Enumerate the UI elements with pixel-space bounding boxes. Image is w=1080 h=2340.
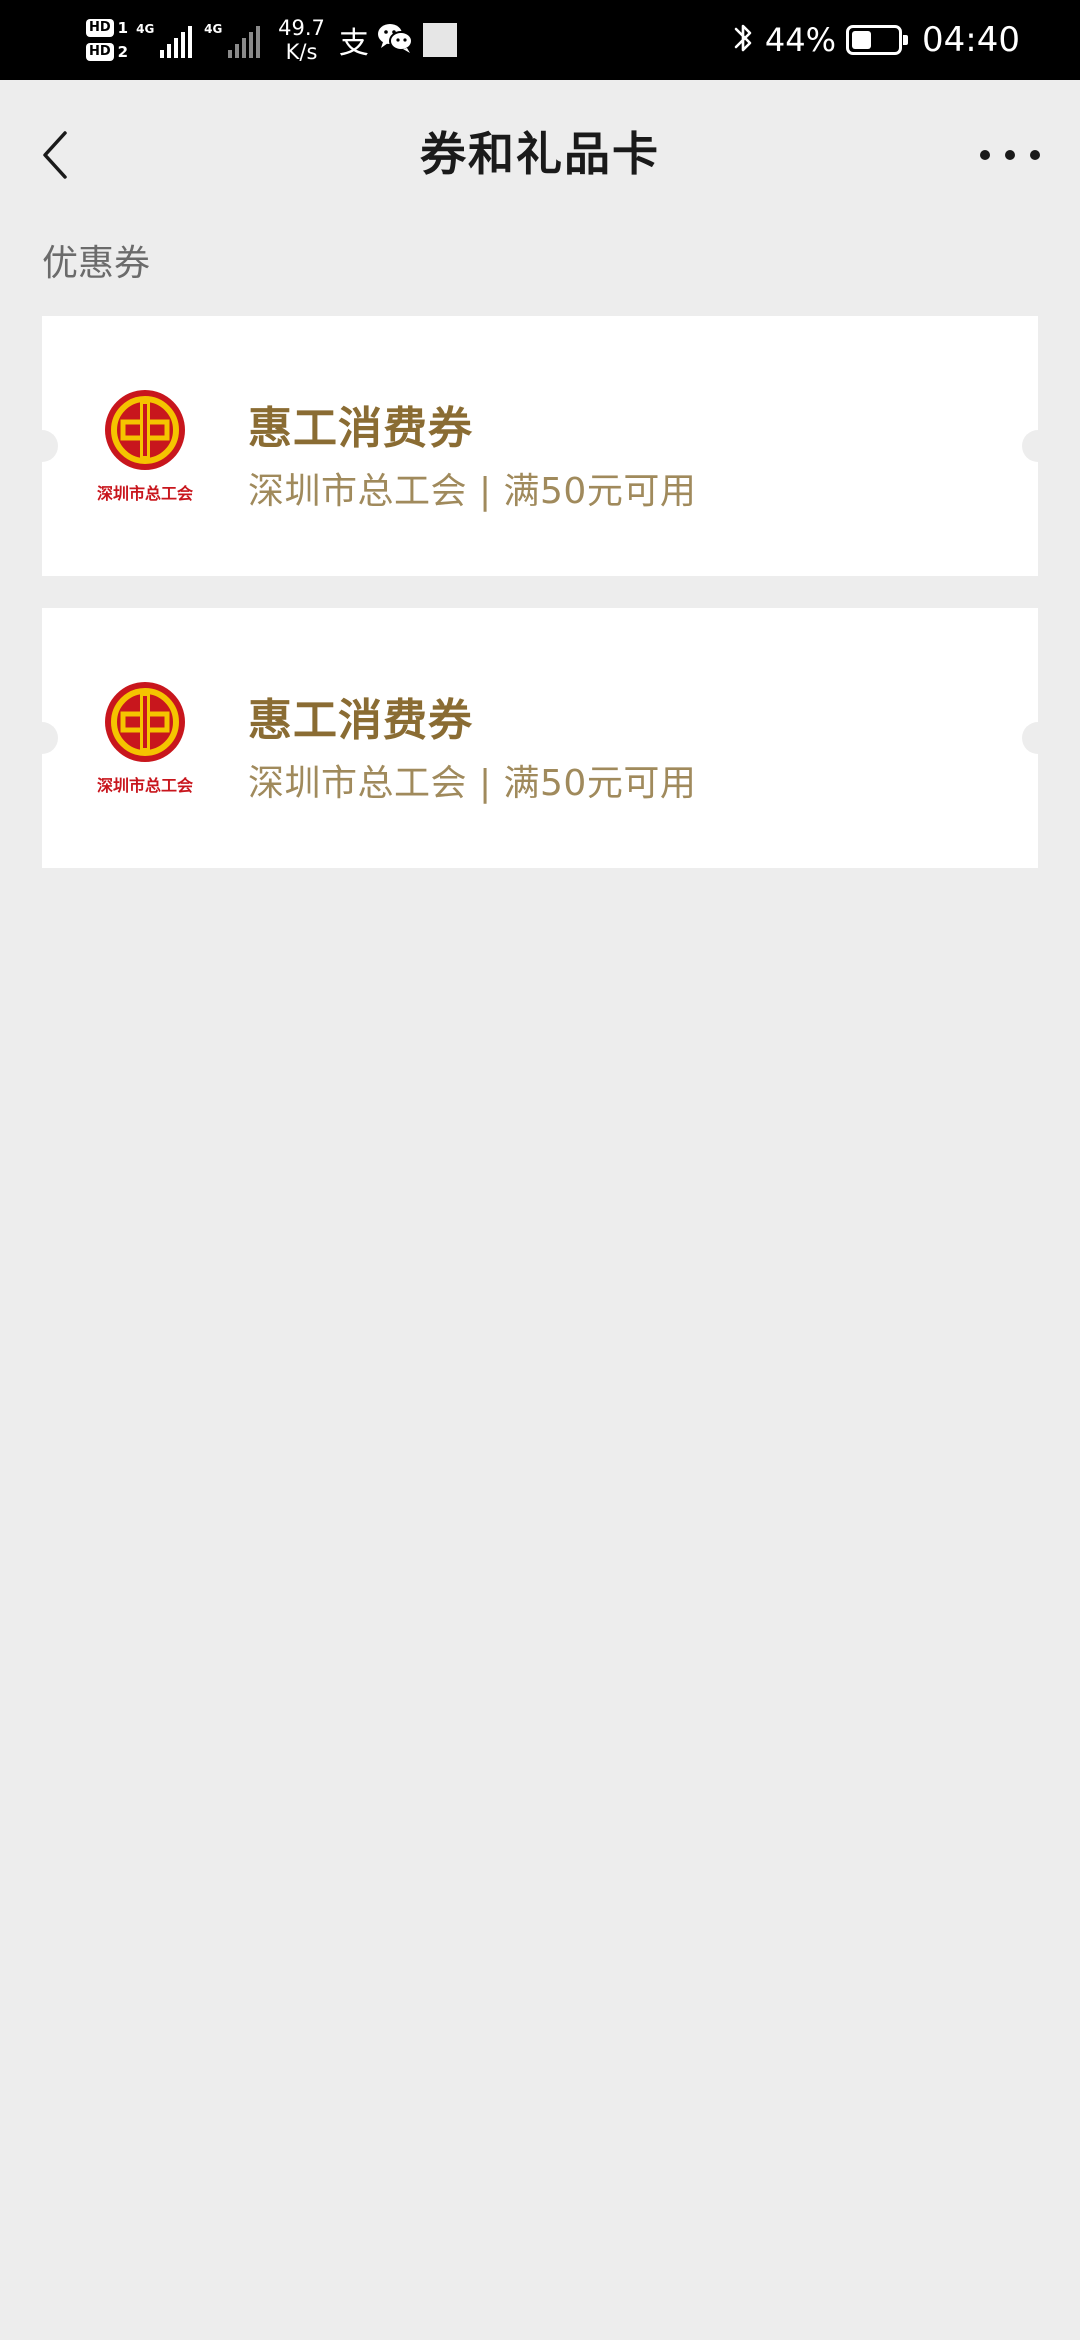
trade-union-logo-icon: 深圳市总工会 [96,678,194,798]
bluetooth-icon [731,20,755,60]
hd-badge: HD [86,43,114,61]
status-bar: HD 1 HD 2 4G 4G 49.7 K/s 支 44% 04:40 [0,0,1080,80]
coupon-description: 深圳市总工会 | 满50元可用 [248,763,697,804]
coupon-card[interactable]: 深圳市总工会 惠工消费券 深圳市总工会 | 满50元可用 [26,316,1054,576]
battery-icon [846,25,909,55]
hd-badge: HD [86,19,114,37]
wechat-icon [377,22,413,58]
network-type: 4G [136,22,155,36]
svg-text:深圳市总工会: 深圳市总工会 [97,776,193,795]
more-dots-icon [980,150,990,160]
nav-bar: 券和礼品卡 [0,80,1080,216]
network-speed: 49.7 K/s [278,16,325,64]
notification-icon [422,23,457,57]
trade-union-logo-icon: 深圳市总工会 [96,386,194,506]
coupon-description: 深圳市总工会 | 满50元可用 [248,471,697,512]
more-dots-icon [1005,150,1015,160]
status-bar-left: HD 1 HD 2 4G 4G 49.7 K/s 支 [86,10,457,70]
coupon-name: 惠工消费券 [248,695,473,746]
signal-sim2: 4G [204,22,261,58]
coupon-card[interactable]: 深圳市总工会 惠工消费券 深圳市总工会 | 满50元可用 [26,608,1054,868]
page-title: 券和礼品卡 [420,127,660,181]
svg-text:深圳市总工会: 深圳市总工会 [97,484,193,503]
sim-number: 1 [117,19,129,37]
network-type: 4G [204,22,223,36]
signal-bars-icon [228,24,261,58]
signal-sim1: 4G [136,22,193,58]
clock: 04:40 [922,20,1020,60]
status-bar-right: 44% 04:40 [731,10,1020,70]
battery-percent: 44% [764,21,837,59]
coupon-name: 惠工消费券 [248,403,473,454]
more-dots-icon [1030,150,1040,160]
alipay-icon: 支 [338,26,369,61]
section-title-coupons: 优惠券 [42,243,151,284]
sim-number: 2 [117,43,129,61]
signal-bars-icon [160,24,193,58]
battery-fill [852,31,872,49]
speed-unit: K/s [285,40,318,64]
speed-value: 49.7 [278,16,325,40]
more-button[interactable] [980,130,1040,180]
hd-indicators: HD 1 HD 2 [86,19,128,61]
